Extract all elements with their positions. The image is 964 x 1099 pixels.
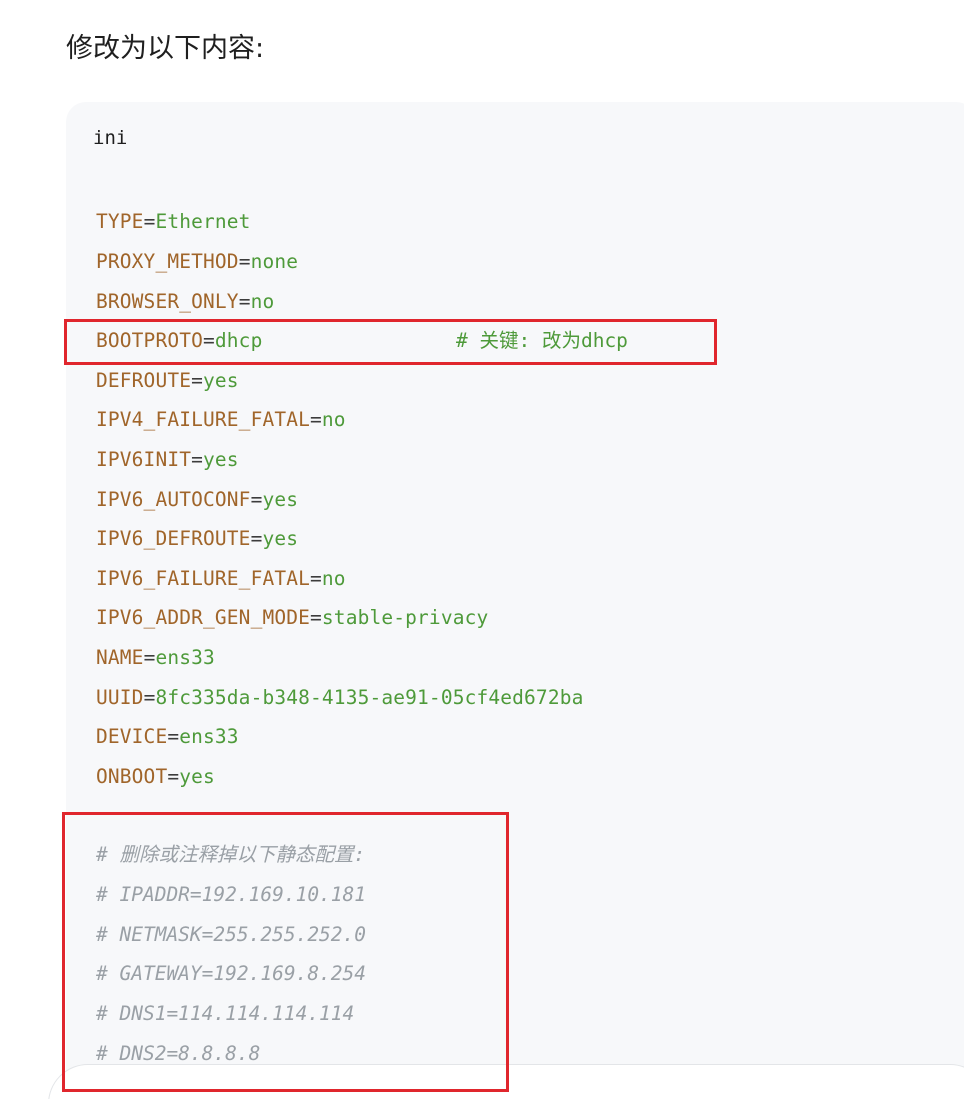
code-line-defroute: DEFROUTE=yes xyxy=(96,369,239,392)
code-value: yes xyxy=(203,369,239,392)
code-key: TYPE xyxy=(96,210,144,233)
code-key: IPV6_ADDR_GEN_MODE xyxy=(96,606,311,629)
code-line-ipv6init: IPV6INIT=yes xyxy=(96,448,239,471)
code-key: ONBOOT xyxy=(96,765,168,788)
code-value: no xyxy=(321,408,346,431)
code-line-ipv6-defroute: IPV6_DEFROUTE=yes xyxy=(96,527,299,550)
code-value: Ethernet xyxy=(155,210,251,233)
code-line-browser-only: BROWSER_ONLY=no xyxy=(96,290,275,313)
code-value: yes xyxy=(203,448,239,471)
code-key: DEVICE xyxy=(96,725,168,748)
code-line-uuid: UUID=8fc335da-b348-4135-ae91-05cf4ed672b… xyxy=(96,686,584,709)
code-key: BROWSER_ONLY xyxy=(96,290,239,313)
code-line-ipv6-addr-gen-mode: IPV6_ADDR_GEN_MODE=stable-privacy xyxy=(96,606,489,629)
code-key: PROXY_METHOD xyxy=(96,250,239,273)
code-value: no xyxy=(250,290,275,313)
code-value: no xyxy=(321,567,346,590)
code-line-onboot: ONBOOT=yes xyxy=(96,765,215,788)
code-key: NAME xyxy=(96,646,144,669)
code-value: ens33 xyxy=(155,646,215,669)
code-line-name: NAME=ens33 xyxy=(96,646,215,669)
code-value: ens33 xyxy=(179,725,239,748)
code-line-device: DEVICE=ens33 xyxy=(96,725,239,748)
code-key: UUID xyxy=(96,686,144,709)
highlight-box-bootproto xyxy=(64,319,717,365)
code-line-proxy-method: PROXY_METHOD=none xyxy=(96,250,299,273)
code-line-ipv4-failure-fatal: IPV4_FAILURE_FATAL=no xyxy=(96,408,346,431)
code-line-ipv6-failure-fatal: IPV6_FAILURE_FATAL=no xyxy=(96,567,346,590)
code-value: none xyxy=(250,250,299,273)
code-key: IPV6_DEFROUTE xyxy=(96,527,251,550)
code-key: IPV6_AUTOCONF xyxy=(96,488,251,511)
code-value: yes xyxy=(179,765,215,788)
code-value: yes xyxy=(262,488,299,511)
code-line-ipv6-autoconf: IPV6_AUTOCONF=yes xyxy=(96,488,299,511)
section-heading: 修改为以下内容: xyxy=(66,33,265,64)
code-language-label: ini xyxy=(93,127,128,149)
code-line-type: TYPE=Ethernet xyxy=(96,210,251,233)
code-key: IPV6INIT xyxy=(96,448,192,471)
code-value: 8fc335da-b348-4135-ae91-05cf4ed672ba xyxy=(155,686,584,709)
code-value: stable-privacy xyxy=(321,606,489,629)
code-key: IPV6_FAILURE_FATAL xyxy=(96,567,311,590)
code-key: IPV4_FAILURE_FATAL xyxy=(96,408,311,431)
highlight-box-static-config xyxy=(62,812,509,1092)
code-value: yes xyxy=(262,527,299,550)
code-key: DEFROUTE xyxy=(96,369,192,392)
